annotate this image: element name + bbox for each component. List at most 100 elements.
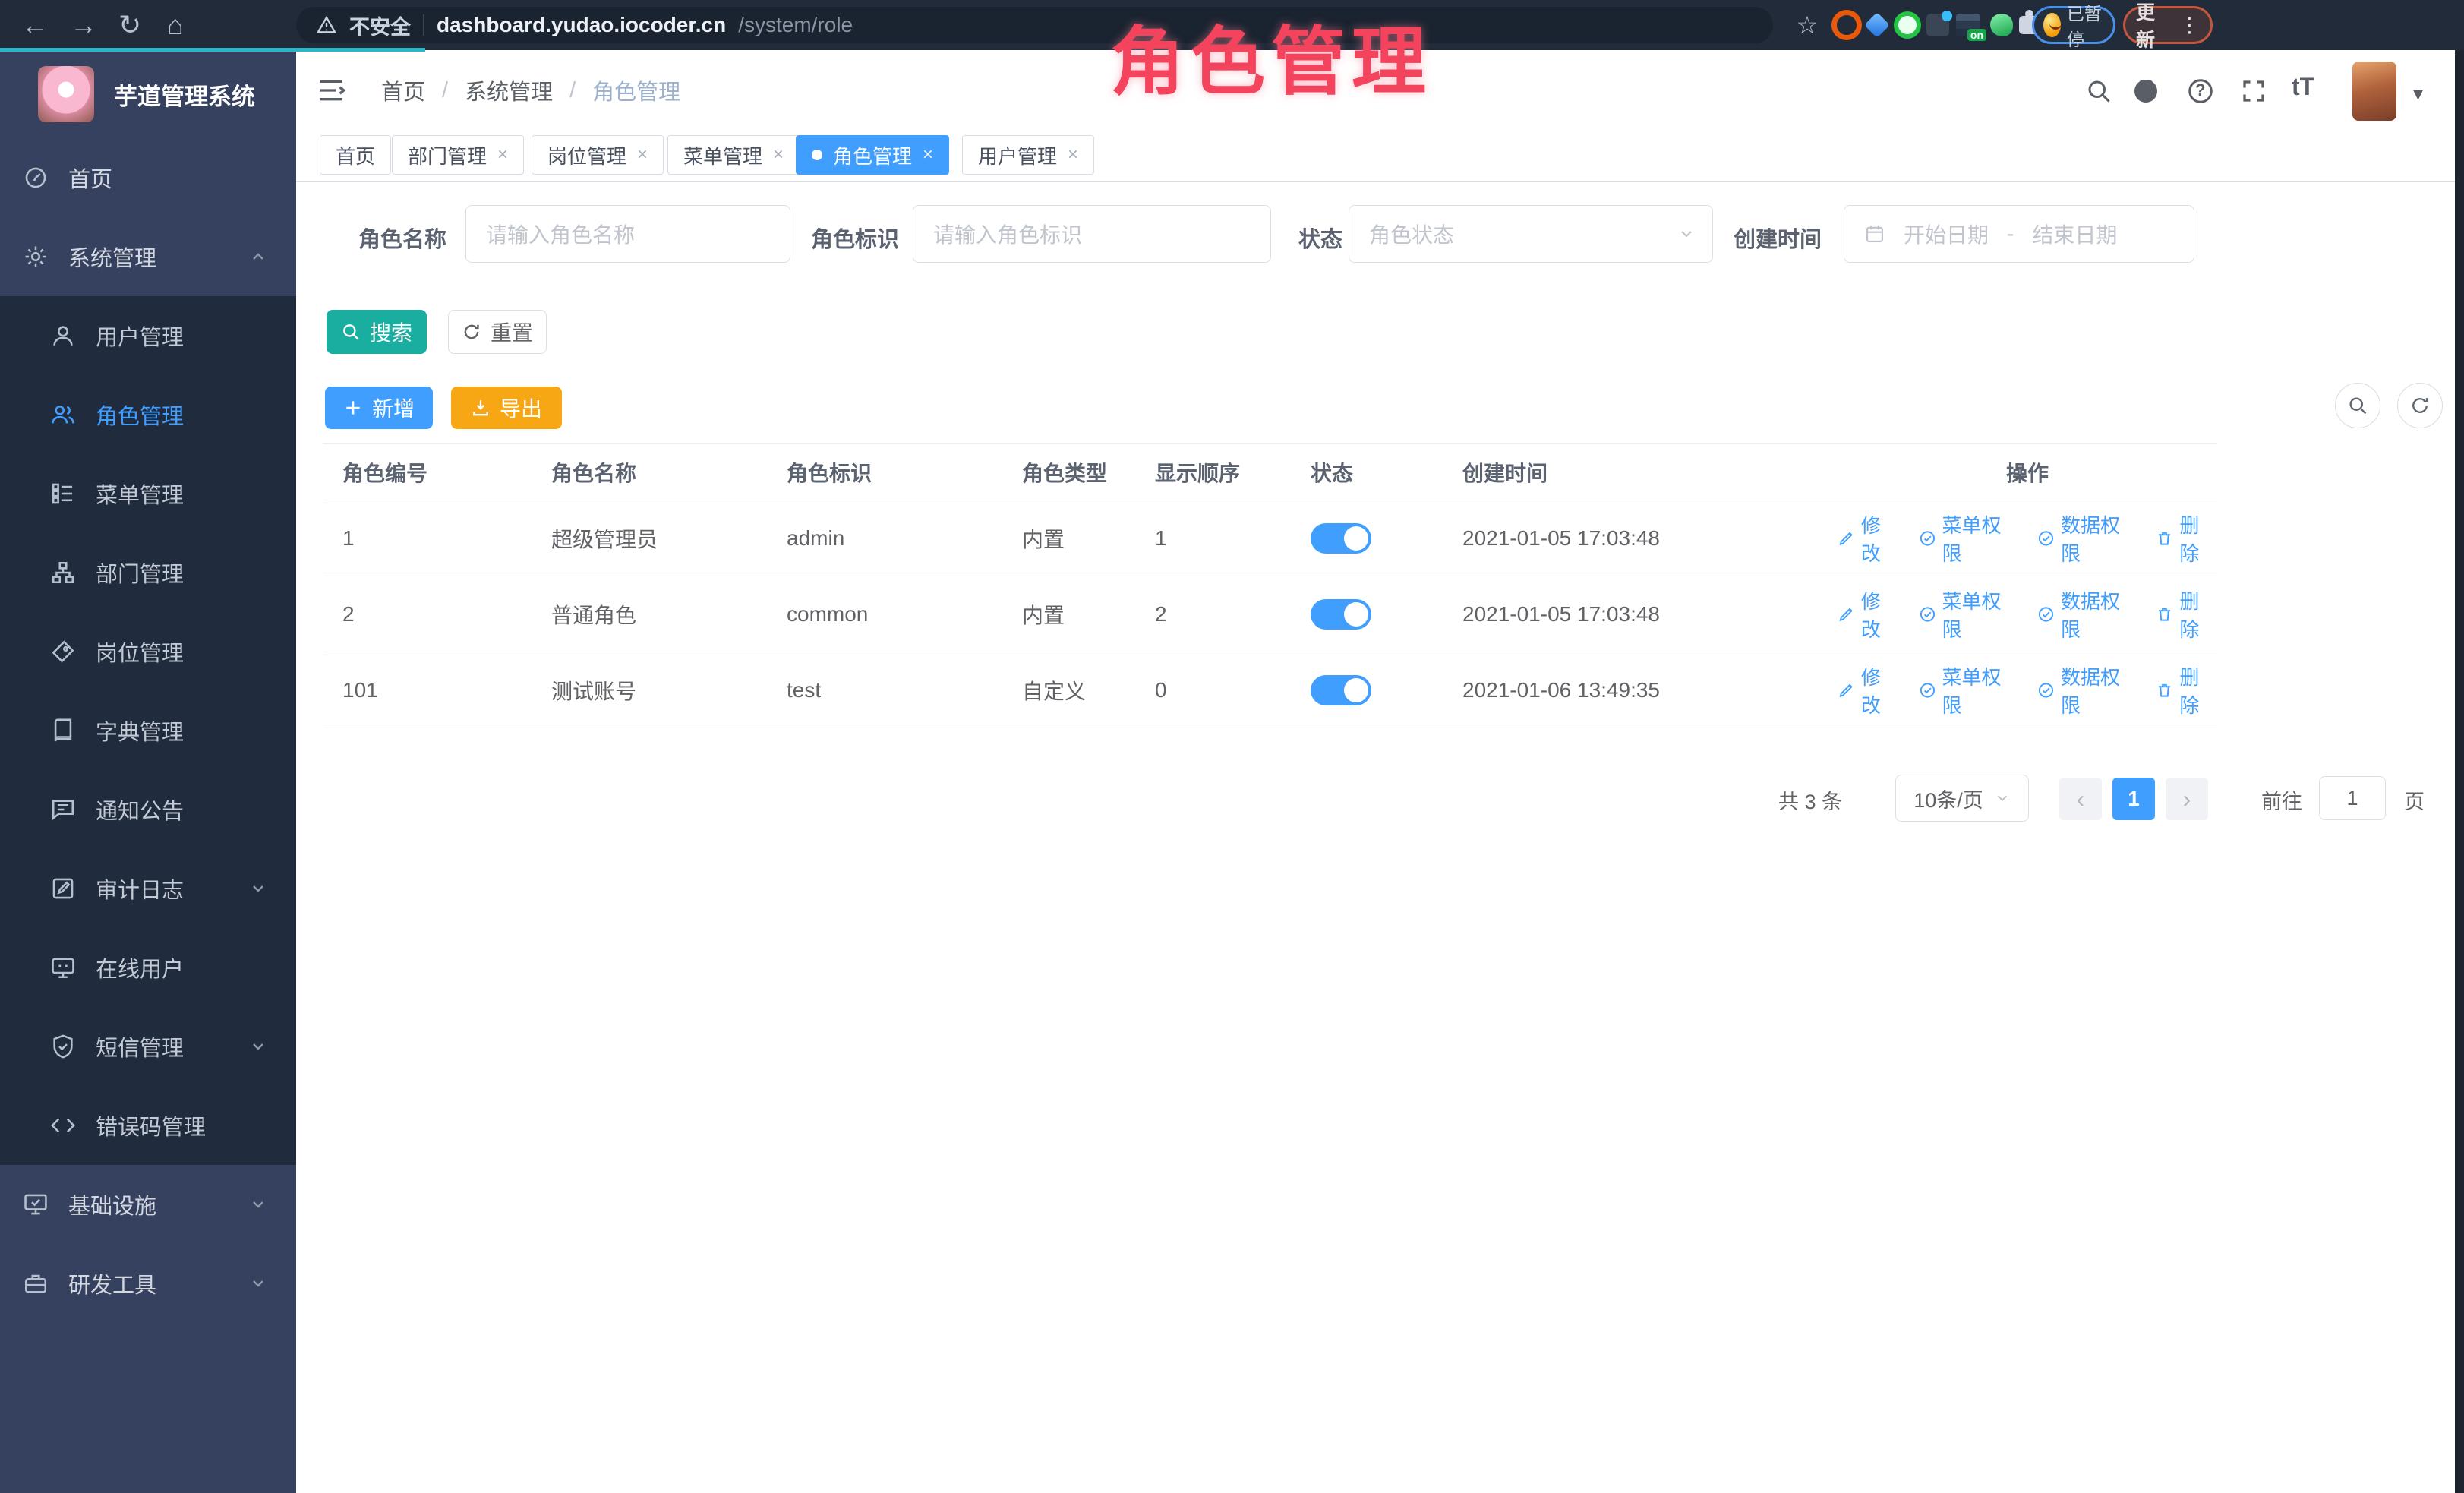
extension-gem-icon[interactable] <box>1862 10 1892 40</box>
status-toggle[interactable] <box>1311 675 1371 705</box>
url-divider <box>423 14 424 36</box>
delete-link[interactable]: 删除 <box>2156 586 2217 642</box>
delete-link[interactable]: 删除 <box>2156 510 2217 567</box>
user-avatar[interactable] <box>2352 62 2396 121</box>
start-date-placeholder: 开始日期 <box>1904 219 1989 249</box>
browser-forward-icon[interactable]: → <box>70 0 97 50</box>
table-row: 1 <box>323 500 532 576</box>
url-path: /system/role <box>738 13 853 37</box>
shield-icon <box>50 1034 76 1059</box>
close-icon[interactable]: × <box>923 144 933 166</box>
sidebar-item-roles[interactable]: 角色管理 <box>0 375 296 454</box>
export-button[interactable]: 导出 <box>451 387 562 429</box>
extension-on-switch-icon[interactable]: on <box>1953 10 1983 40</box>
search-button[interactable]: 搜索 <box>327 310 427 354</box>
tag-home[interactable]: 首页 <box>320 135 391 175</box>
page-1-button[interactable]: 1 <box>2112 778 2155 820</box>
col-actions: 操作 <box>1838 444 2217 500</box>
next-page-button[interactable]: › <box>2166 778 2208 820</box>
sidebar-item-departments[interactable]: 部门管理 <box>0 533 296 612</box>
sidebar-item-menus[interactable]: 菜单管理 <box>0 454 296 533</box>
status-toggle[interactable] <box>1311 523 1371 554</box>
window-scrollbar[interactable] <box>2455 50 2464 1493</box>
collapse-sidebar-icon[interactable] <box>316 75 346 106</box>
status-select[interactable]: 角色状态 <box>1349 205 1713 263</box>
delete-link[interactable]: 删除 <box>2156 662 2217 718</box>
status-toggle[interactable] <box>1311 599 1371 630</box>
sidebar-item-infrastructure[interactable]: 基础设施 <box>0 1165 296 1244</box>
users-icon <box>50 402 76 428</box>
breadcrumb-home[interactable]: 首页 <box>381 74 425 106</box>
date-range-picker[interactable]: 开始日期 - 结束日期 <box>1844 205 2194 263</box>
sidebar-item-dict[interactable]: 字典管理 <box>0 691 296 770</box>
add-button[interactable]: 新增 <box>325 387 433 429</box>
search-icon[interactable] <box>2085 77 2112 105</box>
font-size-icon[interactable]: tT <box>2292 73 2314 101</box>
role-name-input[interactable]: 请输入角色名称 <box>465 205 790 263</box>
extension-green-circle-icon[interactable] <box>1892 10 1923 40</box>
role-key-input[interactable]: 请输入角色标识 <box>913 205 1271 263</box>
page-size-select[interactable]: 10条/页 <box>1895 775 2029 822</box>
sidebar-item-audit-log[interactable]: 审计日志 <box>0 849 296 928</box>
sidebar-item-dev-tools[interactable]: 研发工具 <box>0 1244 296 1323</box>
tag-menus[interactable]: 菜单管理 × <box>667 135 800 175</box>
help-icon[interactable]: ? <box>2187 77 2214 105</box>
sidebar-item-notice[interactable]: 通知公告 <box>0 770 296 849</box>
extension-bluedot-icon[interactable] <box>1923 10 1953 40</box>
sidebar-item-sms[interactable]: 短信管理 <box>0 1007 296 1086</box>
tools-icon <box>23 1270 49 1296</box>
main-area: 首页 / 系统管理 / 角色管理 ? <box>296 50 2455 1493</box>
refresh-button[interactable] <box>2397 383 2443 428</box>
status-label: 状态 <box>1298 222 1342 254</box>
avatar-caret-down-icon[interactable]: ▾ <box>2413 82 2423 106</box>
goto-label: 前往 <box>2261 785 2302 815</box>
security-label: 不安全 <box>349 11 411 40</box>
edit-link[interactable]: 修改 <box>1838 662 1899 718</box>
browser-home-icon[interactable]: ⌂ <box>167 0 184 50</box>
address-bar[interactable]: 不安全 dashboard.yudao.iocoder.cn /system/r… <box>296 7 1773 43</box>
close-icon[interactable]: × <box>497 144 508 166</box>
github-icon[interactable] <box>2132 77 2160 105</box>
menu-permission-link[interactable]: 菜单权限 <box>1919 586 2018 642</box>
data-permission-link[interactable]: 数据权限 <box>2037 586 2136 642</box>
profile-paused-chip[interactable]: 已暂停 <box>2032 6 2115 44</box>
fullscreen-icon[interactable] <box>2240 77 2267 105</box>
edit-link[interactable]: 修改 <box>1838 586 1899 642</box>
app-logo-row[interactable]: 芋道管理系统 <box>0 50 296 138</box>
prev-page-button[interactable]: ‹ <box>2059 778 2102 820</box>
goto-page-input[interactable] <box>2319 776 2386 820</box>
date-separator: - <box>2007 222 2014 246</box>
tag-posts[interactable]: 岗位管理 × <box>532 135 664 175</box>
col-role-id: 角色编号 <box>323 444 532 500</box>
browser-menu-icon[interactable]: ⋮ <box>2179 14 2200 37</box>
reset-button[interactable]: 重置 <box>448 310 547 354</box>
tag-users[interactable]: 用户管理 × <box>962 135 1094 175</box>
menu-permission-link[interactable]: 菜单权限 <box>1919 510 2018 567</box>
sidebar-item-posts[interactable]: 岗位管理 <box>0 612 296 691</box>
edit-link[interactable]: 修改 <box>1838 510 1899 567</box>
breadcrumb-system[interactable]: 系统管理 <box>465 74 553 106</box>
tree-table-icon <box>50 481 76 507</box>
sidebar-item-users[interactable]: 用户管理 <box>0 296 296 375</box>
extension-orange-icon[interactable] <box>1831 10 1862 40</box>
data-permission-link[interactable]: 数据权限 <box>2037 510 2136 567</box>
sidebar-item-system[interactable]: 系统管理 <box>0 217 296 296</box>
tag-departments[interactable]: 部门管理 × <box>392 135 524 175</box>
tag-roles-active[interactable]: 角色管理 × <box>796 135 949 175</box>
sidebar-item-online-users[interactable]: 在线用户 <box>0 928 296 1007</box>
browser-back-icon[interactable]: ← <box>21 0 49 50</box>
chrome-update-chip[interactable]: 更新 ⋮ <box>2123 6 2213 44</box>
code-icon <box>50 1113 76 1138</box>
browser-reload-icon[interactable]: ↻ <box>118 0 141 50</box>
extension-green-blob-icon[interactable] <box>1986 10 2017 40</box>
data-permission-link[interactable]: 数据权限 <box>2037 662 2136 718</box>
menu-permission-link[interactable]: 菜单权限 <box>1919 662 2018 718</box>
bookmark-star-icon[interactable]: ☆ <box>1792 0 1822 50</box>
sidebar-item-error-codes[interactable]: 错误码管理 <box>0 1086 296 1165</box>
sidebar-item-home[interactable]: 首页 <box>0 138 296 217</box>
close-icon[interactable]: × <box>637 144 648 166</box>
close-icon[interactable]: × <box>773 144 784 166</box>
security-warning-icon[interactable] <box>316 14 337 36</box>
close-icon[interactable]: × <box>1068 144 1078 166</box>
toggle-search-button[interactable] <box>2335 383 2380 428</box>
